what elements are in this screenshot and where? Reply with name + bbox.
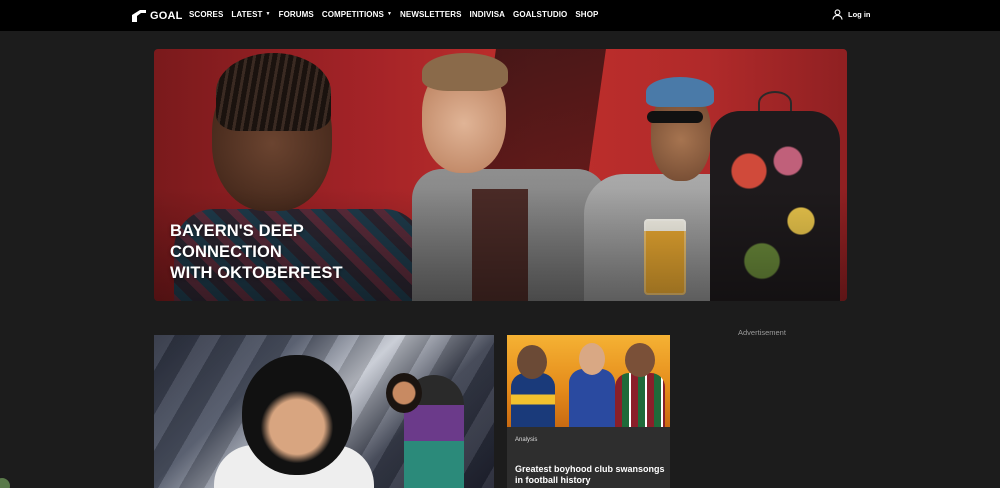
goal-logo-icon [132, 10, 146, 22]
article-category: Analysis [515, 437, 538, 443]
nav-item-forums[interactable]: FORUMS [279, 10, 314, 19]
player-figure [242, 355, 352, 475]
chevron-down-icon: ▼ [386, 10, 392, 17]
nav-item-newsletters[interactable]: NEWSLETTERS [400, 10, 462, 19]
nav-item-scores[interactable]: SCORES [189, 10, 223, 19]
user-icon [832, 9, 843, 20]
top-navigation: GOAL SCORES LATEST ▼ FORUMS COMPETITIONS ▼… [0, 0, 1000, 31]
chevron-down-icon: ▼ [265, 10, 271, 17]
login-button[interactable]: Log in [832, 9, 871, 20]
goal-logo[interactable]: GOAL [131, 8, 183, 24]
nav-item-indivisa[interactable]: INDIVISA [470, 10, 505, 19]
featured-article-card[interactable] [154, 335, 494, 488]
article-thumbnail [507, 335, 670, 427]
nav-item-competitions[interactable]: COMPETITIONS ▼ [322, 10, 392, 19]
hero-article-card[interactable]: BAYERN'S DEEP CONNECTION WITH OKTOBERFES… [154, 49, 847, 301]
logo-text: GOAL [150, 10, 183, 22]
nav-menu: SCORES LATEST ▼ FORUMS COMPETITIONS ▼ NEWS… [189, 10, 598, 19]
nav-item-shop[interactable]: SHOP [575, 10, 598, 19]
nav-item-goalstudio[interactable]: GOALSTUDIO [513, 10, 567, 19]
login-label: Log in [848, 10, 871, 19]
nav-item-latest[interactable]: LATEST ▼ [231, 10, 270, 19]
advertisement-label: Advertisement [738, 328, 786, 337]
hero-headline[interactable]: BAYERN'S DEEP CONNECTION WITH OKTOBERFES… [170, 221, 400, 284]
article-card[interactable]: Analysis Greatest boyhood club swansongs… [507, 335, 670, 488]
floating-widget-button[interactable] [0, 478, 10, 488]
article-title[interactable]: Greatest boyhood club swansongs in footb… [515, 464, 665, 486]
